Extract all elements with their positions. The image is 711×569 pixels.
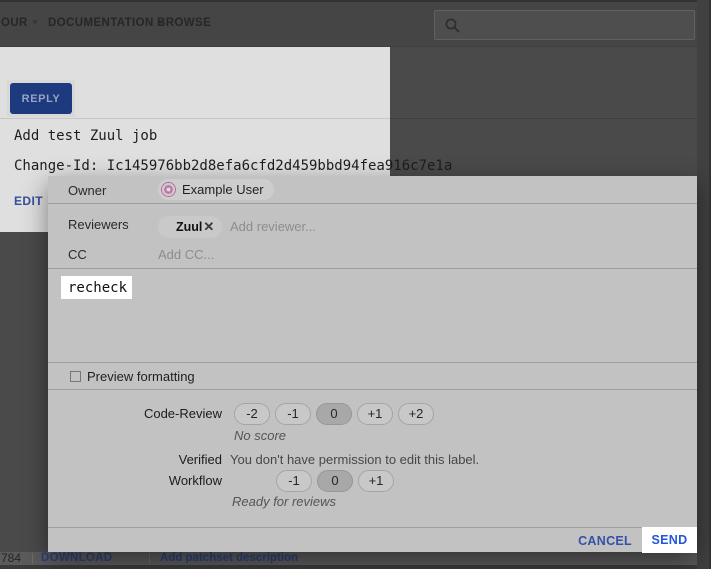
download-link[interactable]: DOWNLOAD [41,552,112,565]
gerrit-change-screen: OUR ▾ DOCUMENTATION▾ BROWSE REPLY Add tes… [0,0,711,569]
owner-label: Owner [68,183,106,198]
dialog-footer: CANCEL SEND [48,527,697,552]
search-box [434,10,695,40]
menu-item-browse[interactable]: BROWSE [157,17,211,29]
workflow-buttons: -10+1 [276,470,394,492]
preview-formatting-checkbox[interactable] [70,371,81,382]
separator: | [31,552,34,565]
reviewer-name: Zuul [176,220,202,234]
preview-formatting-row: Preview formatting [48,362,697,390]
menu-item-label: DOCUMENTATION [48,17,154,29]
code-review-status: No score [234,428,286,443]
score-button--2[interactable]: -2 [234,403,270,425]
commit-message-text: Add test Zuul job [14,128,157,144]
code-review-label: Code-Review [68,406,222,421]
score-button-0[interactable]: 0 [317,470,353,492]
chevron-down-icon: ▾ [33,17,38,28]
menu-item-label: OUR [1,17,28,29]
reply-button-highlight: REPLY [7,80,75,117]
reply-dialog: Owner Example User Reviewers Zuul ✕ Add … [48,176,697,552]
add-patchset-description-link[interactable]: Add patchset description [160,552,298,565]
owner-name: Example User [182,182,264,197]
toolbar-divider [0,118,390,119]
change-id-text: Change-Id: Ic145976bb2d8efa6cfd2d459bbd9… [14,158,452,174]
cc-label: CC [68,247,87,262]
reviewers-label: Reviewers [68,217,129,232]
page-divider [390,118,711,119]
avatar [161,182,176,197]
edit-link[interactable]: EDIT [14,194,43,208]
score-button-0[interactable]: 0 [316,403,352,425]
separator: | [148,552,151,565]
menu-item-documentation[interactable]: DOCUMENTATION▾ [48,17,164,29]
top-header-bar: OUR ▾ DOCUMENTATION▾ BROWSE [0,0,711,47]
verified-label: Verified [68,452,222,467]
workflow-status: Ready for reviews [232,494,336,509]
score-button--1[interactable]: -1 [276,470,312,492]
menu-item-our[interactable]: OUR ▾ [1,17,38,29]
score-button-+1[interactable]: +1 [358,470,394,492]
verified-permission-message: You don't have permission to edit this l… [230,452,479,467]
message-text: recheck [68,280,127,296]
preview-formatting-label: Preview formatting [87,369,195,384]
reviewer-chip: Zuul ✕ [158,216,222,238]
message-text-highlight: recheck [61,276,132,299]
add-reviewer-input[interactable]: Add reviewer... [230,219,316,234]
bottom-bar: 784 | DOWNLOAD | Add patchset descriptio… [0,552,711,565]
close-icon[interactable]: ✕ [203,219,214,235]
score-button--1[interactable]: -1 [275,403,311,425]
patch-number: 784 [1,552,21,565]
reply-button[interactable]: REPLY [10,83,72,114]
send-button[interactable]: SEND [652,533,688,547]
code-review-buttons: -2-10+1+2 [234,403,434,425]
workflow-label: Workflow [68,473,222,488]
add-cc-input[interactable]: Add CC... [158,247,214,262]
owner-row: Owner Example User [48,176,697,204]
menu-item-label: BROWSE [157,17,211,29]
reply-message-textarea[interactable]: recheck [48,269,697,362]
bottom-edge [0,565,711,569]
score-button-+2[interactable]: +2 [398,403,434,425]
score-button-+1[interactable]: +1 [357,403,393,425]
owner-chip: Example User [158,179,274,200]
search-icon [444,17,461,34]
cancel-button[interactable]: CANCEL [578,534,632,548]
search-input[interactable] [461,11,694,39]
send-button-highlight: SEND [642,527,697,553]
